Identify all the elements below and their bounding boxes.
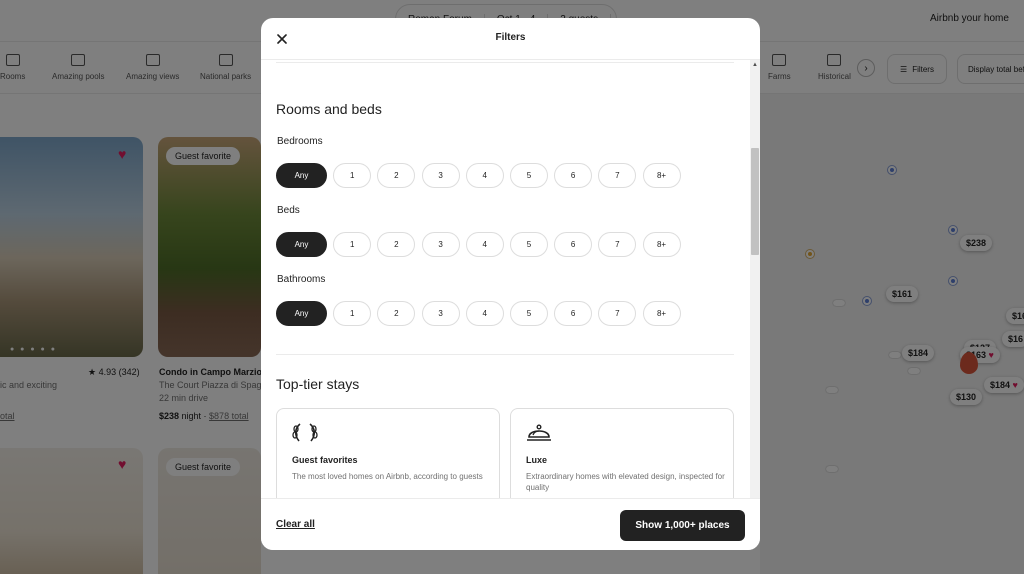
show-places-button[interactable]: Show 1,000+ places <box>620 510 745 541</box>
section-divider <box>276 354 734 355</box>
bedrooms-options: Any 1 2 3 4 5 6 7 8+ <box>276 163 687 188</box>
bathrooms-option-any[interactable]: Any <box>276 301 327 326</box>
bathrooms-option-2[interactable]: 2 <box>377 301 416 326</box>
beds-option-7[interactable]: 7 <box>598 232 637 257</box>
scrollbar-thumb[interactable] <box>751 148 759 255</box>
bedrooms-option-2[interactable]: 2 <box>377 163 416 188</box>
section-divider <box>276 62 734 63</box>
guest-favorites-description: The most loved homes on Airbnb, accordin… <box>292 472 483 481</box>
luxe-description: Extraordinary homes with elevated design… <box>526 472 725 492</box>
beds-option-4[interactable]: 4 <box>465 232 504 257</box>
bathrooms-option-7[interactable]: 7 <box>598 301 637 326</box>
bedrooms-option-4[interactable]: 4 <box>465 163 504 188</box>
bathrooms-option-3[interactable]: 3 <box>421 301 460 326</box>
bathrooms-option-5[interactable]: 5 <box>509 301 548 326</box>
rooms-and-beds-heading: Rooms and beds <box>276 101 382 117</box>
scroll-up-icon[interactable]: ▲ <box>752 62 758 68</box>
bedrooms-option-7[interactable]: 7 <box>598 163 637 188</box>
filters-modal: Filters Rooms and beds Bedrooms Any 1 2 … <box>261 18 760 550</box>
bathrooms-option-1[interactable]: 1 <box>333 301 372 326</box>
beds-option-2[interactable]: 2 <box>377 232 416 257</box>
beds-option-8plus[interactable]: 8+ <box>642 232 681 257</box>
cloche-icon <box>527 424 551 441</box>
bedrooms-label: Bedrooms <box>277 136 323 147</box>
beds-option-1[interactable]: 1 <box>333 232 372 257</box>
modal-body[interactable]: Rooms and beds Bedrooms Any 1 2 3 4 5 6 … <box>261 60 749 516</box>
bathrooms-options: Any 1 2 3 4 5 6 7 8+ <box>276 301 687 326</box>
bedrooms-option-1[interactable]: 1 <box>333 163 372 188</box>
bedrooms-option-6[interactable]: 6 <box>554 163 593 188</box>
bathrooms-label: Bathrooms <box>277 274 326 285</box>
bedrooms-option-any[interactable]: Any <box>276 163 327 188</box>
clear-all-button[interactable]: Clear all <box>276 519 315 530</box>
modal-footer: Clear all Show 1,000+ places <box>261 498 760 550</box>
bedrooms-option-5[interactable]: 5 <box>509 163 548 188</box>
luxe-title: Luxe <box>526 455 548 465</box>
beds-option-6[interactable]: 6 <box>554 232 593 257</box>
laurel-icon <box>292 423 318 442</box>
modal-title: Filters <box>495 32 526 43</box>
modal-header: Filters <box>261 18 760 60</box>
guest-favorites-card[interactable]: Guest favorites The most loved homes on … <box>276 408 500 506</box>
beds-option-any[interactable]: Any <box>276 232 327 257</box>
bathrooms-option-8plus[interactable]: 8+ <box>642 301 681 326</box>
luxe-card[interactable]: Luxe Extraordinary homes with elevated d… <box>510 408 734 506</box>
bedrooms-option-3[interactable]: 3 <box>421 163 460 188</box>
bedrooms-option-8plus[interactable]: 8+ <box>642 163 681 188</box>
guest-favorites-title: Guest favorites <box>292 455 358 465</box>
beds-option-3[interactable]: 3 <box>421 232 460 257</box>
bathrooms-option-6[interactable]: 6 <box>554 301 593 326</box>
beds-option-5[interactable]: 5 <box>509 232 548 257</box>
modal-scrollbar[interactable]: ▲ ▼ <box>750 60 760 516</box>
bathrooms-option-4[interactable]: 4 <box>465 301 504 326</box>
top-tier-stays-heading: Top-tier stays <box>276 376 360 392</box>
beds-label: Beds <box>277 205 300 216</box>
beds-options: Any 1 2 3 4 5 6 7 8+ <box>276 232 687 257</box>
